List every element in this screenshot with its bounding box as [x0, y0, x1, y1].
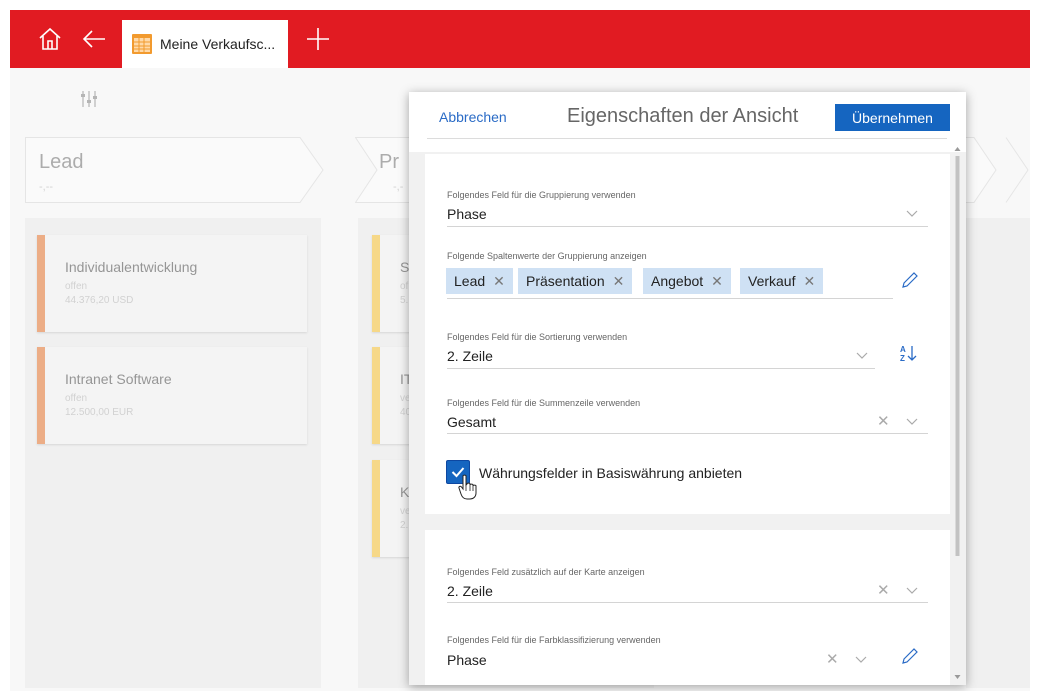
- grouping-values-label: Folgende Spaltenwerte der Gruppierung an…: [447, 251, 647, 261]
- cancel-button[interactable]: Abbrechen: [439, 109, 507, 125]
- field-underline: [447, 602, 928, 603]
- card-field-value[interactable]: 2. Zeile: [447, 583, 493, 599]
- currency-checkbox-label[interactable]: Währungsfelder in Basiswährung anbieten: [479, 465, 742, 481]
- apply-button[interactable]: Übernehmen: [835, 104, 950, 131]
- chip-offer[interactable]: Angebot ✕: [643, 268, 731, 294]
- field-underline: [447, 368, 875, 369]
- sum-field-value[interactable]: Gesamt: [447, 414, 496, 430]
- sum-field-label: Folgendes Feld für die Summenzeile verwe…: [447, 398, 641, 408]
- svg-text:A: A: [900, 345, 906, 354]
- field-underline: [447, 226, 928, 227]
- chip-label: Präsentation: [526, 273, 605, 289]
- home-icon[interactable]: [28, 10, 72, 68]
- grouping-field-value[interactable]: Phase: [447, 206, 487, 222]
- arrow-left-icon[interactable]: [72, 10, 116, 68]
- svg-text:Z: Z: [900, 354, 905, 363]
- hand-cursor-icon: [458, 474, 477, 500]
- chip-label: Verkauf: [748, 273, 796, 289]
- color-field-value[interactable]: Phase: [447, 652, 487, 668]
- dialog-header: Abbrechen Eigenschaften der Ansicht Über…: [409, 92, 966, 152]
- settings-section-card: [425, 530, 950, 685]
- color-field-label: Folgendes Feld für die Farbklassifizieru…: [447, 635, 661, 645]
- tab-sales-view[interactable]: Meine Verkaufsc...: [122, 20, 288, 68]
- chevron-down-icon[interactable]: [855, 656, 867, 664]
- sort-field-label: Folgendes Feld für die Sortierung verwen…: [447, 332, 628, 342]
- pencil-icon[interactable]: [900, 646, 920, 666]
- close-icon[interactable]: ✕: [711, 273, 723, 290]
- chevron-down-icon[interactable]: [906, 418, 918, 426]
- chevron-down-icon[interactable]: [906, 210, 918, 218]
- table-icon: [132, 34, 152, 54]
- header-divider: [427, 138, 947, 139]
- clear-icon[interactable]: ✕: [877, 583, 890, 598]
- chevron-down-icon[interactable]: [856, 352, 868, 360]
- chip-label: Angebot: [651, 273, 704, 289]
- plus-icon[interactable]: [296, 10, 340, 68]
- grouping-field-label: Folgendes Feld für die Gruppierung verwe…: [447, 190, 636, 200]
- chip-sale[interactable]: Verkauf ✕: [740, 268, 824, 294]
- chevron-down-icon[interactable]: [906, 587, 918, 595]
- sort-field-value[interactable]: 2. Zeile: [447, 348, 493, 364]
- pencil-icon[interactable]: [900, 270, 920, 290]
- top-bar: Meine Verkaufsc...: [10, 10, 1030, 68]
- tab-label: Meine Verkaufsc...: [160, 36, 276, 52]
- close-icon[interactable]: ✕: [803, 273, 815, 290]
- chip-lead[interactable]: Lead ✕: [446, 268, 513, 294]
- sort-az-icon[interactable]: A Z: [898, 343, 918, 363]
- dialog-scrollbar[interactable]: [953, 146, 962, 681]
- field-underline: [447, 433, 928, 434]
- clear-icon[interactable]: ✕: [826, 652, 839, 667]
- field-underline: [447, 298, 893, 299]
- close-icon[interactable]: ✕: [493, 273, 505, 290]
- clear-icon[interactable]: ✕: [877, 414, 890, 429]
- dialog-title: Eigenschaften der Ansicht: [567, 105, 799, 127]
- close-icon[interactable]: ✕: [613, 273, 625, 290]
- card-field-label: Folgendes Feld zusätzlich auf der Karte …: [447, 567, 645, 577]
- chip-presentation[interactable]: Präsentation ✕: [518, 268, 633, 294]
- chip-label: Lead: [454, 273, 486, 289]
